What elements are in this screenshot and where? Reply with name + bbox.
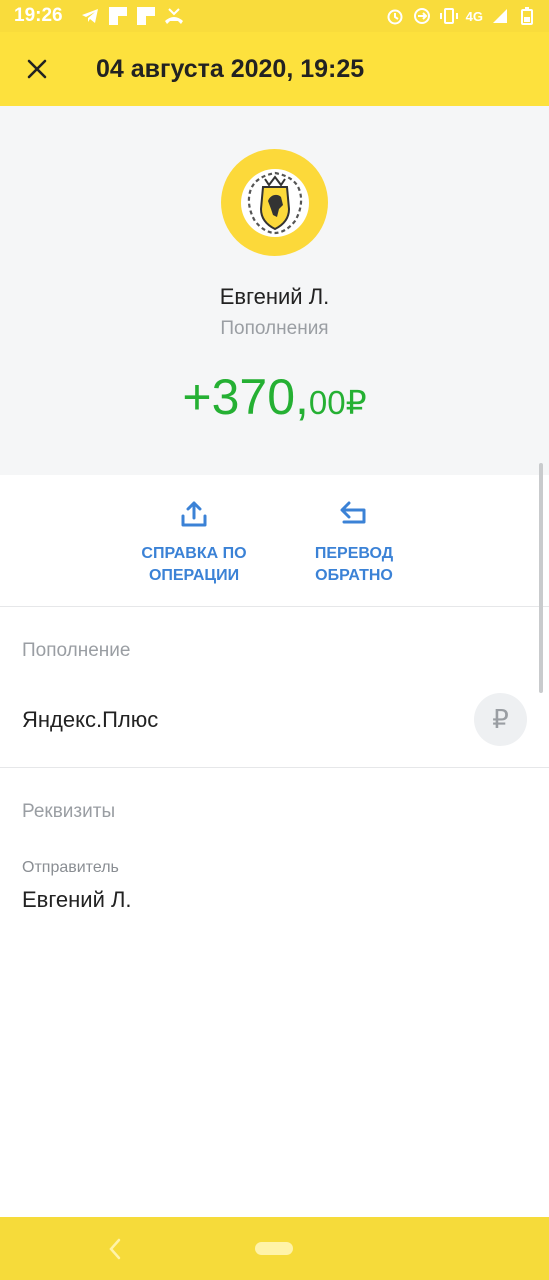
nav-back-button[interactable] bbox=[100, 1234, 130, 1264]
missed-call-icon bbox=[164, 6, 184, 26]
close-icon bbox=[27, 59, 47, 79]
system-nav-bar bbox=[0, 1217, 549, 1280]
ruble-icon: ₽ bbox=[474, 693, 527, 746]
replenishment-source: Яндекс.Плюс bbox=[22, 707, 159, 732]
counterparty-name: Евгений Л. bbox=[219, 284, 330, 309]
currency-symbol: ₽ bbox=[492, 704, 509, 734]
battery-icon bbox=[517, 6, 537, 26]
section-heading-replenishment: Пополнение bbox=[22, 640, 131, 661]
transfer-back-button[interactable]: ПЕРЕВОД ОБРАТНО bbox=[269, 497, 439, 587]
sender-value: Евгений Л. bbox=[22, 887, 132, 912]
sync-icon bbox=[412, 6, 432, 26]
status-time: 19:26 bbox=[14, 5, 63, 26]
status-right-icons: 4G bbox=[385, 6, 537, 26]
transfer-back-label: ПЕРЕВОД ОБРАТНО bbox=[314, 545, 394, 584]
operation-summary: Евгений Л. Пополнения +370,00₽ bbox=[0, 106, 549, 475]
section-heading-requisites: Реквизиты bbox=[22, 801, 116, 822]
page-title: 04 августа 2020, 19:25 bbox=[96, 55, 365, 83]
amount-fraction: 00₽ bbox=[308, 384, 367, 421]
operation-receipt-button[interactable]: СПРАВКА ПО ОПЕРАЦИИ bbox=[109, 497, 279, 587]
return-arrow-icon bbox=[340, 501, 366, 524]
operation-category: Пополнения bbox=[220, 318, 329, 339]
network-type: 4G bbox=[465, 8, 483, 24]
tinkoff-emblem-icon bbox=[240, 168, 309, 237]
nav-home-button[interactable] bbox=[255, 1242, 293, 1255]
bank-logo bbox=[221, 149, 328, 256]
notification-square-icon bbox=[108, 6, 128, 26]
amount-integer: +370, bbox=[182, 369, 309, 425]
share-upload-icon bbox=[181, 501, 207, 527]
vibrate-icon bbox=[439, 6, 459, 26]
status-left-icons bbox=[80, 6, 184, 26]
alarm-icon bbox=[385, 6, 405, 26]
operation-receipt-label: СПРАВКА ПО ОПЕРАЦИИ bbox=[141, 545, 247, 584]
header: 04 августа 2020, 19:25 bbox=[0, 32, 549, 106]
divider bbox=[0, 767, 549, 768]
sender-label: Отправитель bbox=[22, 859, 119, 876]
status-bar: 19:26 4G bbox=[0, 0, 549, 32]
signal-icon bbox=[490, 6, 510, 26]
notification-square-icon bbox=[136, 6, 156, 26]
close-button[interactable] bbox=[18, 50, 56, 88]
scrollbar[interactable] bbox=[539, 463, 543, 693]
actions-bar: СПРАВКА ПО ОПЕРАЦИИ ПЕРЕВОД ОБРАТНО bbox=[0, 475, 549, 607]
operation-amount: +370,00₽ bbox=[0, 368, 549, 426]
back-chevron-icon bbox=[109, 1238, 121, 1260]
telegram-icon bbox=[80, 6, 100, 26]
